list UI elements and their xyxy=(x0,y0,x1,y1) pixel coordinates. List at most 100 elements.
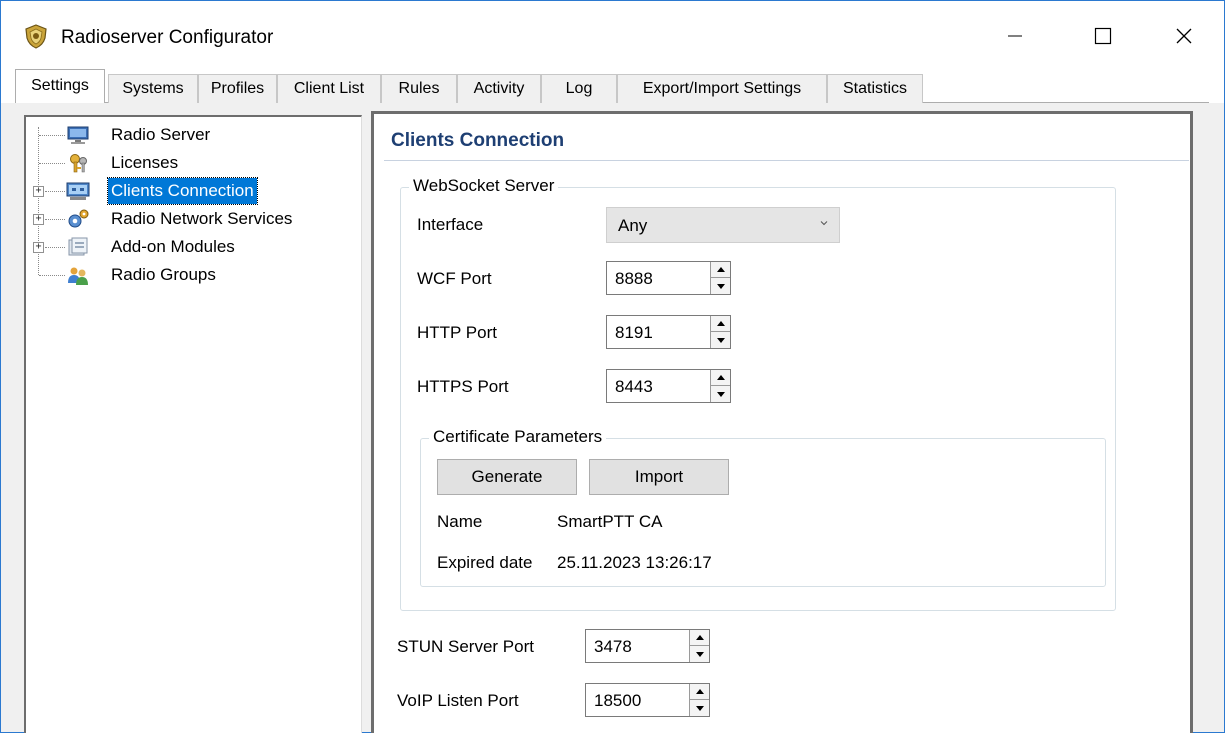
interface-select-value: Any xyxy=(618,216,648,235)
voip-listen-port-value: 18500 xyxy=(594,691,642,710)
spin-buttons xyxy=(689,684,709,716)
expand-toggle-icon[interactable]: + xyxy=(33,186,44,197)
modules-icon xyxy=(68,237,88,256)
arrow-up-icon xyxy=(695,689,704,694)
arrow-down-icon xyxy=(716,337,725,343)
tree-item-licenses[interactable]: Licenses xyxy=(26,150,356,176)
window-title: Radioserver Configurator xyxy=(61,27,274,48)
arrow-up-icon xyxy=(716,267,725,272)
decrement-button[interactable] xyxy=(690,646,709,662)
users-icon xyxy=(68,267,88,285)
tree-item-clients-connection[interactable]: + Clients Connection xyxy=(26,177,356,205)
minimize-icon xyxy=(1008,35,1022,37)
voip-listen-port-stepper[interactable]: 18500 xyxy=(585,683,710,717)
app-logo-icon xyxy=(25,24,47,49)
increment-button[interactable] xyxy=(711,262,730,278)
https-port-stepper[interactable]: 8443 xyxy=(606,369,731,403)
network-icon xyxy=(66,182,90,200)
stun-server-port-stepper[interactable]: 3478 xyxy=(585,629,710,663)
minimize-button[interactable] xyxy=(973,1,1057,71)
decrement-button[interactable] xyxy=(711,332,730,348)
http-port-label: HTTP Port xyxy=(417,323,497,342)
group-legend: WebSocket Server xyxy=(409,176,559,196)
tab-systems[interactable]: Systems xyxy=(108,74,198,103)
group-legend: Certificate Parameters xyxy=(429,427,607,447)
import-button[interactable]: Import xyxy=(589,459,729,495)
settings-tree: Radio Server Licenses + Clients Connecti… xyxy=(24,115,362,733)
title-bar: Radioserver Configurator xyxy=(1,1,1224,71)
voip-listen-port-label: VoIP Listen Port xyxy=(397,691,519,710)
tree-item-label: Radio Groups xyxy=(111,265,216,284)
tree-connector xyxy=(45,191,65,192)
tree-item-label: Clients Connection xyxy=(107,177,258,205)
page-title: Clients Connection xyxy=(391,130,565,151)
increment-button[interactable] xyxy=(690,630,709,646)
decrement-button[interactable] xyxy=(711,278,730,294)
arrow-up-icon xyxy=(716,375,725,380)
websocket-server-group: WebSocket Server Interface Any WCF Port … xyxy=(400,176,1116,611)
tree-connector xyxy=(39,135,65,136)
http-port-value: 8191 xyxy=(615,323,653,342)
tab-client-list[interactable]: Client List xyxy=(277,74,381,103)
tree-connector xyxy=(45,219,65,220)
stun-server-port-value: 3478 xyxy=(594,637,632,656)
arrow-down-icon xyxy=(716,391,725,397)
certificate-name-label: Name xyxy=(437,512,483,531)
tab-rules[interactable]: Rules xyxy=(381,74,457,103)
https-port-label: HTTPS Port xyxy=(417,377,509,396)
wcf-port-label: WCF Port xyxy=(417,269,492,288)
spin-buttons xyxy=(689,630,709,662)
tree-item-add-on-modules[interactable]: + Add-on Modules xyxy=(26,234,356,260)
certificate-parameters-group: Certificate Parameters Generate Import N… xyxy=(420,427,1106,587)
tab-profiles[interactable]: Profiles xyxy=(198,74,277,103)
arrow-down-icon xyxy=(695,651,704,657)
keys-icon xyxy=(70,154,87,173)
interface-select[interactable]: Any xyxy=(606,207,840,243)
tab-settings[interactable]: Settings xyxy=(15,69,105,103)
clients-connection-panel: Clients Connection WebSocket Server Inte… xyxy=(371,111,1193,733)
close-button[interactable] xyxy=(1142,1,1225,71)
arrow-down-icon xyxy=(716,283,725,289)
generate-button[interactable]: Generate xyxy=(437,459,577,495)
decrement-button[interactable] xyxy=(690,700,709,716)
expired-date-label: Expired date xyxy=(437,553,533,572)
interface-label: Interface xyxy=(417,215,484,234)
tree-item-radio-groups[interactable]: Radio Groups xyxy=(26,262,356,288)
arrow-down-icon xyxy=(695,705,704,711)
spin-buttons xyxy=(710,316,730,348)
spin-buttons xyxy=(710,262,730,294)
server-icon xyxy=(67,126,89,144)
http-port-stepper[interactable]: 8191 xyxy=(606,315,731,349)
tab-export-import-settings[interactable]: Export/Import Settings xyxy=(617,74,827,103)
close-icon xyxy=(1176,28,1192,44)
expand-toggle-icon[interactable]: + xyxy=(33,242,44,253)
tree-item-label: Licenses xyxy=(111,153,179,172)
certificate-name-value: SmartPTT CA xyxy=(557,512,663,531)
wcf-port-stepper[interactable]: 8888 xyxy=(606,261,731,295)
maximize-button[interactable] xyxy=(1061,1,1145,71)
tab-log[interactable]: Log xyxy=(541,74,617,103)
stun-server-port-label: STUN Server Port xyxy=(397,637,534,656)
expand-toggle-icon[interactable]: + xyxy=(33,214,44,225)
tab-activity[interactable]: Activity xyxy=(457,74,541,103)
tree-connector xyxy=(39,275,65,276)
https-port-value: 8443 xyxy=(615,377,653,396)
tree-item-label: Radio Server xyxy=(111,125,211,144)
arrow-up-icon xyxy=(695,635,704,640)
decrement-button[interactable] xyxy=(711,386,730,402)
increment-button[interactable] xyxy=(711,316,730,332)
app-window: Radioserver Configurator Settings System… xyxy=(0,0,1225,733)
tree-item-radio-server[interactable]: Radio Server xyxy=(26,122,356,148)
increment-button[interactable] xyxy=(690,684,709,700)
arrow-up-icon xyxy=(716,321,725,326)
tree-item-label: Add-on Modules xyxy=(111,237,235,256)
tree-item-radio-network-services[interactable]: + Radio Network Services xyxy=(26,206,356,232)
tree-connector xyxy=(45,247,65,248)
services-gear-icon xyxy=(68,209,89,228)
tree-item-label: Radio Network Services xyxy=(111,209,293,228)
tab-statistics[interactable]: Statistics xyxy=(827,74,923,103)
maximize-icon xyxy=(1094,27,1112,45)
spin-buttons xyxy=(710,370,730,402)
increment-button[interactable] xyxy=(711,370,730,386)
title-divider xyxy=(384,160,1189,161)
